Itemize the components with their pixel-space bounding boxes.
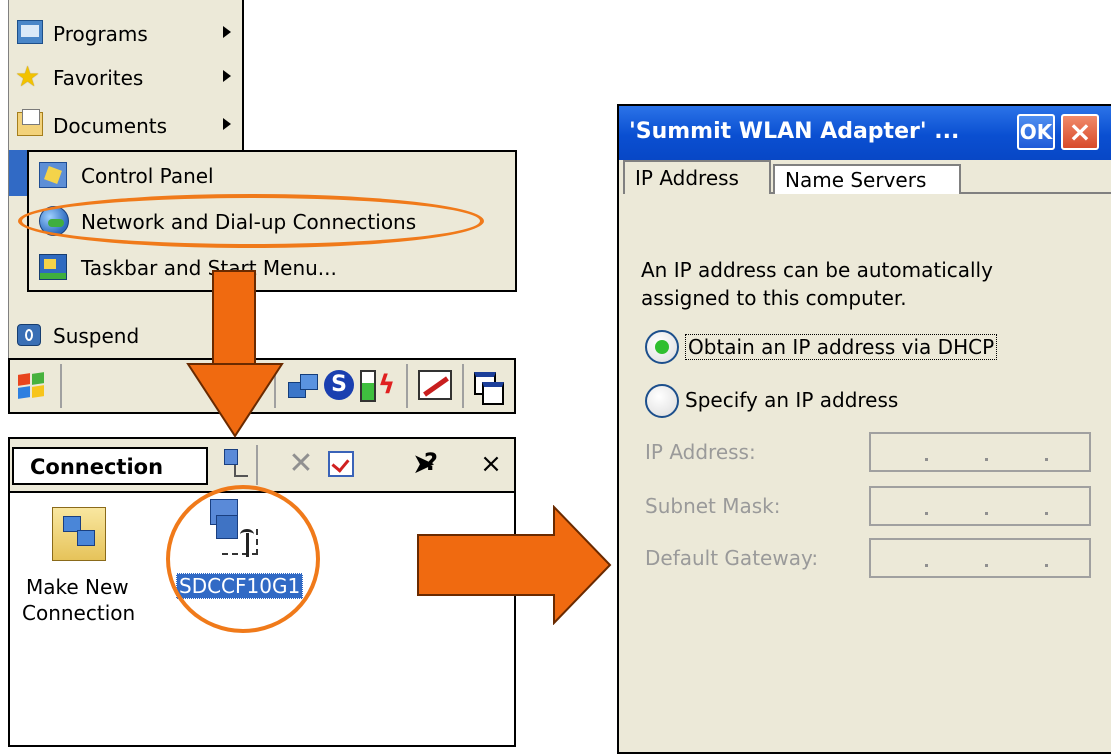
menu-item-settings-highlight[interactable]	[9, 150, 29, 196]
submenu-arrow-icon	[223, 70, 231, 82]
pen-icon[interactable]	[418, 370, 452, 400]
control-panel-label: Control Panel	[81, 164, 214, 188]
specify-ip-label: Specify an IP address	[685, 388, 899, 412]
new-connection-icon[interactable]	[220, 449, 250, 479]
suspend-icon	[17, 324, 41, 346]
make-new-connection-item[interactable]: Make New Connection	[20, 501, 160, 631]
lightning-icon: ϟ	[378, 370, 396, 400]
dhcp-option[interactable]: Obtain an IP address via DHCP	[639, 328, 1059, 368]
close-icon[interactable]: ×	[476, 449, 506, 479]
ip-address-label: IP Address:	[645, 440, 756, 464]
specify-ip-option[interactable]: Specify an IP address	[639, 382, 1059, 422]
menu-item-documents[interactable]: Documents	[9, 106, 241, 146]
adapter-properties-dialog: 'Summit WLAN Adapter' ... OK × IP Addres…	[617, 104, 1111, 754]
taskbar-icon	[39, 254, 67, 280]
description-line1: An IP address can be automatically	[641, 258, 993, 282]
tab-name-servers-label: Name Servers	[785, 168, 927, 192]
subnet-mask-label: Subnet Mask:	[645, 494, 781, 518]
menu-item-favorites-label: Favorites	[53, 66, 144, 90]
dhcp-label: Obtain an IP address via DHCP	[685, 334, 998, 360]
close-button[interactable]: ×	[1061, 114, 1099, 150]
battery-charging-icon[interactable]	[360, 370, 376, 402]
windows-start-icon[interactable]	[14, 370, 50, 404]
highlight-ellipse	[18, 194, 484, 248]
make-new-connection-line1: Make New	[26, 575, 129, 599]
menu-item-documents-label: Documents	[53, 114, 168, 138]
highlight-circle	[166, 485, 320, 633]
s-status-icon[interactable]: S	[324, 370, 354, 400]
submenu-arrow-icon	[223, 26, 231, 38]
taskbar-divider	[462, 364, 464, 408]
taskbar-divider	[406, 364, 408, 408]
menu-item-programs-label: Programs	[53, 22, 148, 46]
ok-button[interactable]: OK	[1017, 114, 1055, 150]
connection-menu-label: Connection	[30, 455, 164, 479]
down-arrow-shaft	[212, 270, 256, 366]
submenu-arrow-icon	[223, 118, 231, 130]
network-computers-icon[interactable]	[286, 372, 318, 402]
right-arrow	[417, 505, 612, 625]
submenu-item-control-panel[interactable]: Control Panel	[29, 156, 515, 196]
down-arrow-head	[186, 363, 284, 438]
taskbar-start-menu-label: Taskbar and Start Menu...	[81, 256, 337, 280]
tab-name-servers[interactable]: Name Servers	[773, 164, 961, 194]
dialog-title-bar: 'Summit WLAN Adapter' ... OK ×	[619, 106, 1111, 160]
connection-toolbar: Connection ✕ ➤ ? ×	[10, 439, 514, 493]
delete-icon[interactable]: ✕	[286, 449, 316, 479]
submenu-item-taskbar[interactable]: Taskbar and Start Menu...	[29, 248, 515, 288]
tab-ip-address[interactable]: IP Address	[623, 160, 771, 194]
help-icon[interactable]: ➤ ?	[412, 448, 442, 479]
connection-menu[interactable]: Connection	[12, 447, 208, 485]
default-gateway-label: Default Gateway:	[645, 546, 819, 570]
make-new-connection-icon	[52, 507, 106, 561]
star-icon: ★	[15, 60, 41, 93]
toolbar-divider	[256, 445, 258, 485]
menu-item-suspend-label: Suspend	[53, 324, 140, 348]
programs-folder-icon	[17, 20, 43, 44]
menu-item-programs[interactable]: Programs	[9, 14, 241, 54]
specify-ip-radio[interactable]	[645, 384, 679, 418]
make-new-connection-line2: Connection	[22, 601, 136, 625]
control-panel-icon	[39, 162, 67, 188]
tab-ip-address-label: IP Address	[635, 166, 739, 190]
properties-icon[interactable]	[328, 451, 354, 477]
subnet-mask-field[interactable]	[869, 486, 1091, 526]
dhcp-radio[interactable]	[645, 330, 679, 364]
dialog-title: 'Summit WLAN Adapter' ...	[629, 119, 960, 144]
windows-cascade-icon[interactable]	[472, 370, 504, 405]
description-line2: assigned to this computer.	[641, 286, 907, 310]
ip-address-field[interactable]	[869, 432, 1091, 472]
menu-item-favorites[interactable]: ★ Favorites	[9, 58, 241, 98]
taskbar-divider	[60, 364, 62, 408]
menu-item-suspend[interactable]: Suspend	[9, 316, 241, 356]
documents-icon	[17, 109, 43, 136]
default-gateway-field[interactable]	[869, 538, 1091, 578]
